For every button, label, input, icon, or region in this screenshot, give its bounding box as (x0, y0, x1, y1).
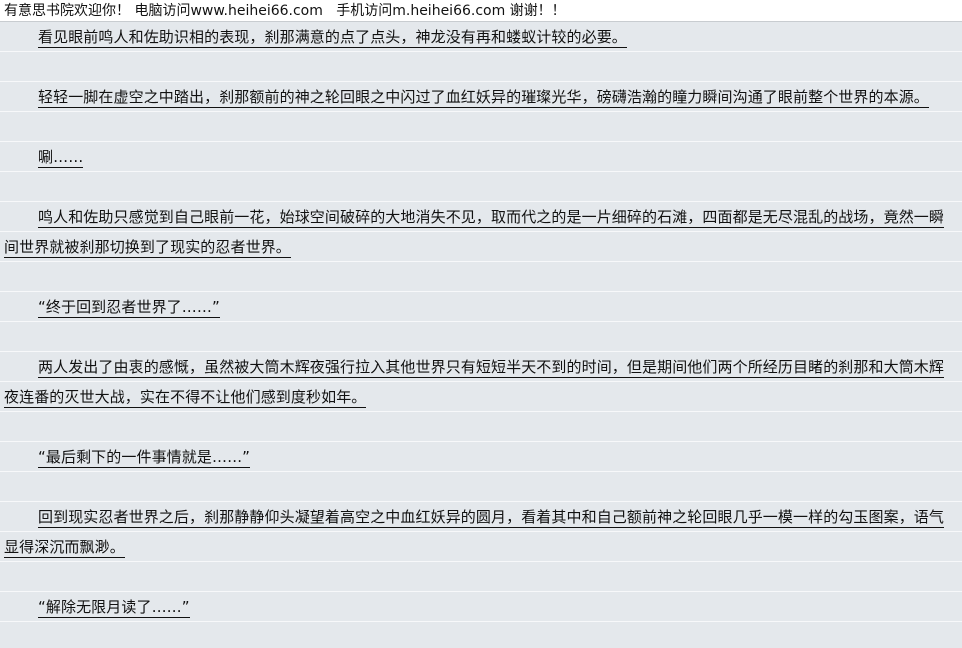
chapter-text: 看见眼前鸣人和佐助识相的表现，刹那满意的点了点头，神龙没有再和蝼蚁计较的必要。 … (0, 22, 962, 622)
paragraph-text: “最后剩下的一件事情就是……” (38, 448, 251, 468)
site-banner: 有意思书院欢迎你！ 电脑访问www.heihei66.com 手机访问m.hei… (0, 0, 962, 22)
paragraph: 鸣人和佐助只感觉到自己眼前一花，始球空间破碎的大地消失不见，取而代之的是一片细碎… (0, 202, 962, 262)
paragraph: 两人发出了由衷的感慨，虽然被大筒木辉夜强行拉入其他世界只有短短半天不到的时间，但… (0, 352, 962, 412)
reader-page: 有意思书院欢迎你！ 电脑访问www.heihei66.com 手机访问m.hei… (0, 0, 962, 648)
paragraph-text: 回到现实忍者世界之后，刹那静静仰头凝望着高空之中血红妖异的圆月，看着其中和自己额… (4, 508, 945, 558)
paragraph: 回到现实忍者世界之后，刹那静静仰头凝望着高空之中血红妖异的圆月，看着其中和自己额… (0, 502, 962, 562)
paragraph: 唰…… (0, 142, 962, 172)
paragraph-text: 唰…… (38, 148, 84, 168)
paragraph: “终于回到忍者世界了……” (0, 292, 962, 322)
paragraph: 轻轻一脚在虚空之中踏出，刹那额前的神之轮回眼之中闪过了血红妖异的璀璨光华，磅礴浩… (0, 82, 962, 112)
paragraph: 看见眼前鸣人和佐助识相的表现，刹那满意的点了点头，神龙没有再和蝼蚁计较的必要。 (0, 22, 962, 52)
paragraph-text: 看见眼前鸣人和佐助识相的表现，刹那满意的点了点头，神龙没有再和蝼蚁计较的必要。 (38, 28, 627, 48)
paragraph: “解除无限月读了……” (0, 592, 962, 622)
paragraph: “最后剩下的一件事情就是……” (0, 442, 962, 472)
paragraph-text: “终于回到忍者世界了……” (38, 298, 220, 318)
paragraph-text: “解除无限月读了……” (38, 598, 190, 618)
paragraph-text: 两人发出了由衷的感慨，虽然被大筒木辉夜强行拉入其他世界只有短短半天不到的时间，但… (4, 358, 945, 408)
paragraph-text: 鸣人和佐助只感觉到自己眼前一花，始球空间破碎的大地消失不见，取而代之的是一片细碎… (4, 208, 945, 258)
paragraph-text: 轻轻一脚在虚空之中踏出，刹那额前的神之轮回眼之中闪过了血红妖异的璀璨光华，磅礴浩… (38, 88, 929, 108)
